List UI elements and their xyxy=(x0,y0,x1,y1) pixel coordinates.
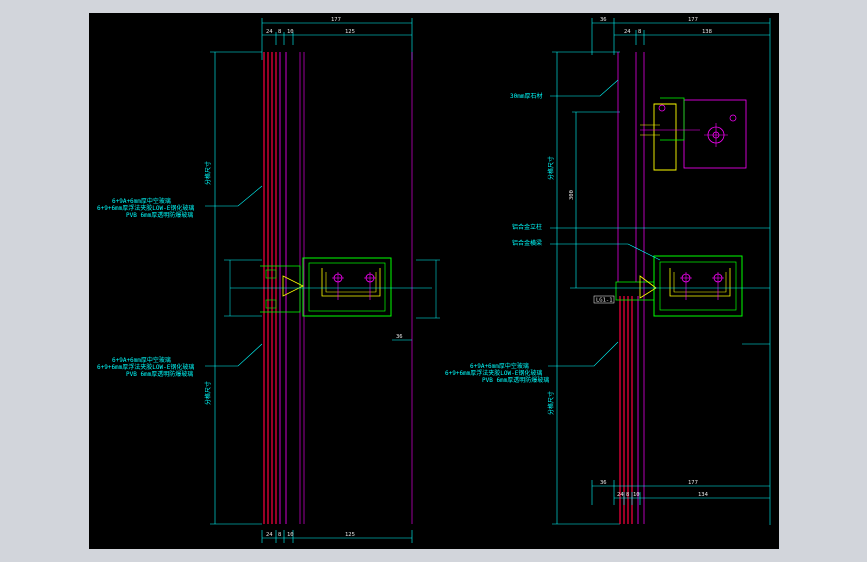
left-dim-small: 36 xyxy=(396,334,403,340)
left-dim-d: 125 xyxy=(345,29,355,35)
right-bottom-dim-total: 177 xyxy=(688,480,698,486)
left-dim-b: 8 xyxy=(278,29,281,35)
right-dim-d: 138 xyxy=(702,29,712,35)
right-bottom-dim-c: 8 xyxy=(626,492,629,498)
cad-drawing: 177 24 8 10 125 分格尺寸 分格尺寸 36 24 8 10 125… xyxy=(97,17,771,543)
left-label-lower-1: 6+9A+6mm厚中空玻璃 xyxy=(112,356,171,364)
left-label-lower-2: 6+9+6mm厚浮法夹胶LOW-E钢化玻璃 xyxy=(97,363,194,371)
left-label-lower-3: PVB 6mm厚透明防爆玻璃 xyxy=(126,370,193,378)
left-bottom-dim-a: 24 xyxy=(266,532,273,538)
right-label-glass-2: 6+9+6mm厚浮法夹胶LOW-E钢化玻璃 xyxy=(445,369,542,377)
left-section-view: 177 24 8 10 125 分格尺寸 分格尺寸 36 24 8 10 125… xyxy=(97,17,440,543)
right-side-dim-lower: 分格尺寸 xyxy=(547,391,555,415)
right-leaders xyxy=(548,79,770,367)
left-bottom-dimensions xyxy=(261,530,413,543)
left-dim-c: 10 xyxy=(287,29,294,35)
left-side-dim-upper: 分格尺寸 xyxy=(204,161,212,185)
left-leaders xyxy=(205,185,263,367)
right-label-glass-1: 6+9A+6mm厚中空玻璃 xyxy=(470,362,529,370)
right-label-sill: 铝合金横梁 xyxy=(512,239,542,247)
left-bottom-dim-b: 8 xyxy=(278,532,281,538)
right-small-dim: 300 xyxy=(569,190,575,200)
left-top-dimensions xyxy=(261,18,413,60)
right-glass-panes xyxy=(619,296,639,524)
right-dim-c: 8 xyxy=(638,29,641,35)
right-label-stone: 30mm厚石材 xyxy=(510,92,542,100)
right-upper-bracket xyxy=(640,97,747,171)
left-dim-a: 24 xyxy=(266,29,273,35)
right-top-dimensions xyxy=(591,18,771,525)
left-label-upper-1: 6+9A+6mm厚中空玻璃 xyxy=(112,197,171,205)
left-label-upper-3: PVB 6mm厚透明防爆玻璃 xyxy=(126,211,193,219)
right-bottom-dim-d: 10 xyxy=(633,492,640,498)
left-bottom-dim-c: 10 xyxy=(287,532,294,538)
left-side-dim-lower: 分格尺寸 xyxy=(204,381,212,405)
left-label-upper-2: 6+9+6mm厚浮法夹胶LOW-E钢化玻璃 xyxy=(97,204,194,212)
right-tag-text: LG1-1 xyxy=(596,298,613,304)
left-bottom-dim-d: 125 xyxy=(345,532,355,538)
right-dim-a: 36 xyxy=(600,17,607,23)
right-bottom-dim-b: 24 xyxy=(617,492,624,498)
right-dim-total: 177 xyxy=(688,17,698,23)
right-label-glass-3: PVB 6mm厚透明防爆玻璃 xyxy=(482,376,549,384)
right-label-post: 铝合金立柱 xyxy=(512,223,542,231)
right-bottom-dim-a: 36 xyxy=(600,480,607,486)
right-dim-b: 24 xyxy=(624,29,631,35)
left-dim-total: 177 xyxy=(331,17,341,23)
right-side-dim-upper: 分格尺寸 xyxy=(547,156,555,180)
right-section-view: 36 177 24 8 138 分格尺寸 分格尺寸 300 LG1-1 36 1… xyxy=(445,17,771,525)
right-bottom-dim-e: 134 xyxy=(698,492,709,498)
left-mullion-section xyxy=(224,257,440,341)
